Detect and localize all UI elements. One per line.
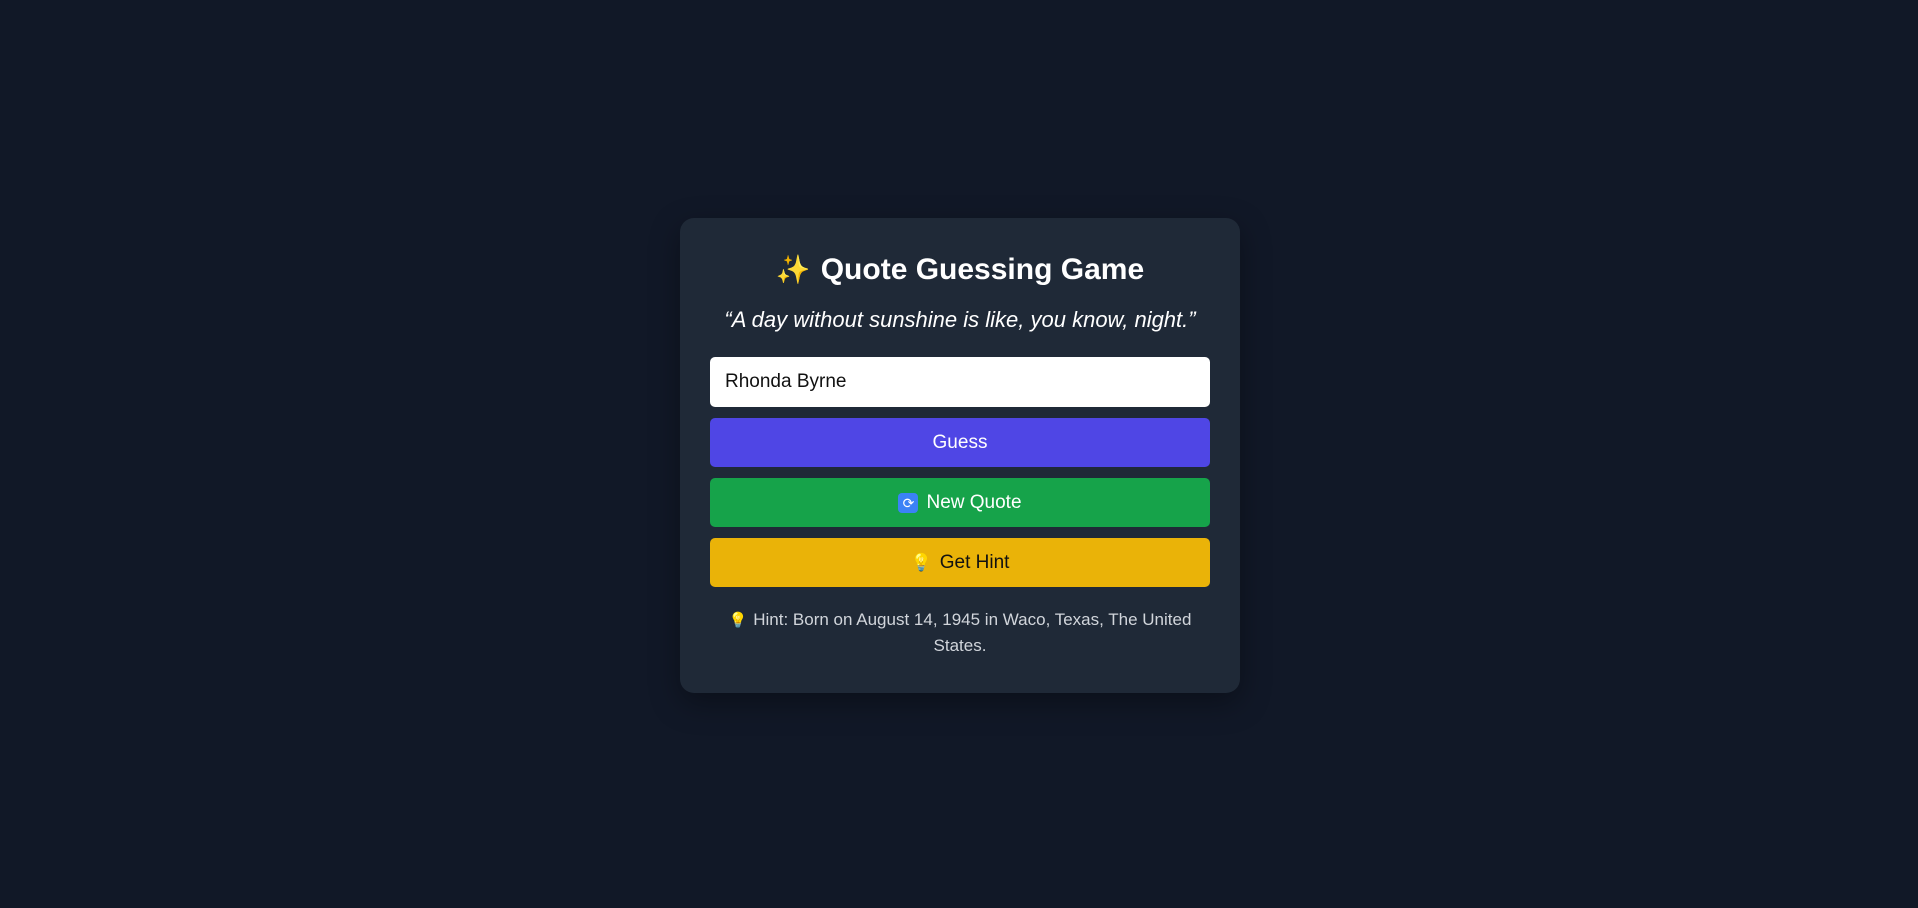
refresh-icon: ⟳ — [898, 492, 919, 513]
sparkles-icon: ✨ — [775, 254, 811, 285]
hint-message: 💡 Hint: Born on August 14, 1945 in Waco, … — [710, 607, 1210, 658]
guess-button-label: Guess — [932, 431, 988, 453]
new-quote-button[interactable]: ⟳ New Quote — [710, 478, 1210, 527]
get-hint-button[interactable]: 💡 Get Hint — [710, 538, 1210, 587]
new-quote-button-label: New Quote — [926, 491, 1022, 513]
guess-input[interactable] — [710, 357, 1210, 407]
lightbulb-icon: 💡 — [728, 612, 748, 629]
game-card: ✨ Quote Guessing Game “A day without suns… — [680, 218, 1240, 693]
hint-text: Hint: Born on August 14, 1945 in Waco, T… — [753, 610, 1192, 655]
page-title: ✨ Quote Guessing Game — [710, 248, 1210, 292]
quote-text: “A day without sunshine is like, you kno… — [724, 307, 1196, 332]
guess-button[interactable]: Guess — [710, 418, 1210, 467]
lightbulb-icon: 💡 — [910, 552, 932, 572]
title-text: Quote Guessing Game — [820, 253, 1145, 286]
get-hint-button-label: Get Hint — [939, 551, 1010, 573]
